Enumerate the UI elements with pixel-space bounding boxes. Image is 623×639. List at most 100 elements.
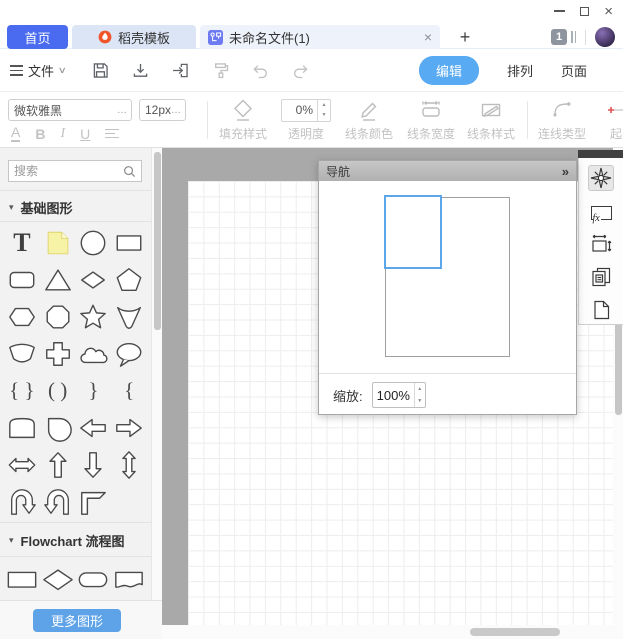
spin-down-icon[interactable]: ▼ <box>318 110 330 121</box>
shape-rectangle[interactable] <box>111 224 147 261</box>
collapse-panel-icon[interactable]: » <box>562 164 569 179</box>
shape-up-arrow[interactable] <box>40 446 76 483</box>
window-title-bar: × <box>0 0 623 22</box>
save-button[interactable] <box>80 49 120 92</box>
shape-left-arrow[interactable] <box>76 409 112 446</box>
fx-icon: fx <box>590 205 612 224</box>
shape-triangle[interactable] <box>40 261 76 298</box>
shape-cloud[interactable] <box>76 335 112 372</box>
fill-style-button[interactable]: 填充样式 <box>214 97 272 142</box>
outline-copy-button[interactable] <box>588 264 614 290</box>
divider <box>207 101 208 139</box>
line-width-button[interactable]: 线条宽度 <box>402 97 460 142</box>
page-button[interactable]: 页面 <box>561 61 587 80</box>
spin-up-icon[interactable]: ▲ <box>318 100 330 111</box>
shape-decision[interactable] <box>40 560 76 600</box>
sidebar-scrollbar[interactable] <box>151 148 162 600</box>
underline-button[interactable]: U <box>80 126 90 142</box>
shape-process[interactable] <box>4 560 40 600</box>
shape-u-turn-arrow-alt[interactable] <box>40 483 76 520</box>
font-color-button[interactable]: A <box>11 124 21 143</box>
zoom-decrease-icon[interactable]: ▼ <box>415 395 425 407</box>
shape-hexagon[interactable] <box>4 298 40 335</box>
opacity-spinner[interactable]: 0% ▲ ▼ <box>281 98 331 122</box>
horizontal-scrollbar-thumb[interactable] <box>470 628 560 636</box>
close-icon[interactable]: × <box>604 4 613 19</box>
shape-cross[interactable] <box>40 335 76 372</box>
shape-ellipse[interactable] <box>76 224 112 261</box>
more-shapes-button[interactable]: 更多图形 <box>33 609 121 632</box>
shape-up-down-arrow[interactable] <box>111 446 147 483</box>
tab-close-icon[interactable]: × <box>424 29 432 45</box>
shape-callout[interactable] <box>111 335 147 372</box>
shape-rounded-rectangle[interactable] <box>4 261 40 298</box>
shape-left-right-arrow[interactable] <box>4 446 40 483</box>
connector-type-button[interactable]: 连线类型 <box>533 97 591 142</box>
line-color-button[interactable]: 线条颜色 <box>340 97 398 142</box>
shape-down-arrow[interactable] <box>76 446 112 483</box>
sidebar-scrollbar-thumb[interactable] <box>154 152 161 330</box>
file-menu[interactable]: 文件 ∨ <box>10 49 67 92</box>
shape-corner[interactable] <box>76 483 112 520</box>
shape-u-turn-arrow[interactable] <box>4 483 40 520</box>
font-family-select[interactable]: 微软雅黑 … <box>8 99 132 121</box>
arrange-button[interactable]: 排列 <box>507 61 533 80</box>
tab-document[interactable]: 未命名文件(1) × <box>200 25 440 49</box>
shape-teardrop[interactable] <box>40 409 76 446</box>
more-icon[interactable]: … <box>117 105 127 116</box>
shape-diamond[interactable] <box>76 261 112 298</box>
shape-terminator[interactable] <box>76 560 112 600</box>
shape-parenthesis-pair[interactable]: ( ) <box>40 372 76 409</box>
function-fx-button[interactable]: fx <box>588 198 614 224</box>
shape-text[interactable]: T <box>4 224 40 261</box>
window-count-badge[interactable]: 1 <box>551 29 567 45</box>
tab-home[interactable]: 首页 <box>7 25 68 49</box>
shape-brace-pair[interactable]: { } <box>4 372 40 409</box>
section-flowchart[interactable]: ▾ Flowchart 流程图 <box>0 528 151 552</box>
navigation-panel-titlebar[interactable]: 导航 » <box>319 161 576 181</box>
shape-arc-trapezoid[interactable] <box>4 335 40 372</box>
user-avatar[interactable] <box>595 27 615 47</box>
new-tab-button[interactable]: + <box>450 25 480 49</box>
navigation-compass-button[interactable] <box>588 165 614 191</box>
shape-document[interactable] <box>111 560 147 600</box>
format-painter-button[interactable] <box>200 49 240 92</box>
new-page-button[interactable] <box>588 297 614 323</box>
edit-mode-button[interactable]: 编辑 <box>418 56 479 85</box>
start-point-button[interactable]: 起点 <box>593 97 623 142</box>
maximize-icon[interactable] <box>580 6 590 16</box>
tab-templates[interactable]: 稻壳模板 <box>72 25 196 49</box>
line-style-button[interactable]: 线条样式 <box>462 97 520 142</box>
page-size-button[interactable] <box>588 231 614 257</box>
search-input[interactable] <box>9 164 123 178</box>
shape-left-brace[interactable]: { <box>111 372 147 409</box>
shape-pentagon[interactable] <box>111 261 147 298</box>
minimize-icon[interactable] <box>554 10 566 12</box>
more-icon[interactable]: … <box>171 105 181 116</box>
redo-button[interactable] <box>280 49 320 92</box>
shape-sticky-note[interactable] <box>40 224 76 261</box>
vertical-scrollbar-thumb[interactable] <box>614 323 622 415</box>
shape-octagon[interactable] <box>40 298 76 335</box>
opacity-value[interactable]: 0% <box>282 100 317 121</box>
download-button[interactable] <box>120 49 160 92</box>
bold-button[interactable]: B <box>35 126 45 142</box>
shape-right-brace[interactable]: } <box>76 372 112 409</box>
export-button[interactable] <box>160 49 200 92</box>
shape-right-arrow[interactable] <box>111 409 147 446</box>
italic-button[interactable]: I <box>60 126 65 142</box>
section-basic-shapes[interactable]: ▾ 基础图形 <box>0 195 151 219</box>
undo-button[interactable] <box>240 49 280 92</box>
shape-search-box[interactable] <box>8 160 142 182</box>
viewport-rectangle[interactable] <box>384 195 442 269</box>
shape-star[interactable] <box>76 298 112 335</box>
shape-cone[interactable] <box>111 298 147 335</box>
zoom-value[interactable]: 100% <box>373 383 414 407</box>
zoom-increase-icon[interactable]: ▲ <box>415 383 425 395</box>
opacity-control[interactable]: 0% ▲ ▼ 透明度 <box>276 97 336 142</box>
zoom-spinner[interactable]: 100% ▲ ▼ <box>371 382 426 408</box>
canvas-horizontal-scrollbar[interactable] <box>162 625 623 639</box>
shape-arch[interactable] <box>4 409 40 446</box>
font-size-select[interactable]: 12px … <box>139 99 186 121</box>
align-icon[interactable] <box>105 128 120 139</box>
